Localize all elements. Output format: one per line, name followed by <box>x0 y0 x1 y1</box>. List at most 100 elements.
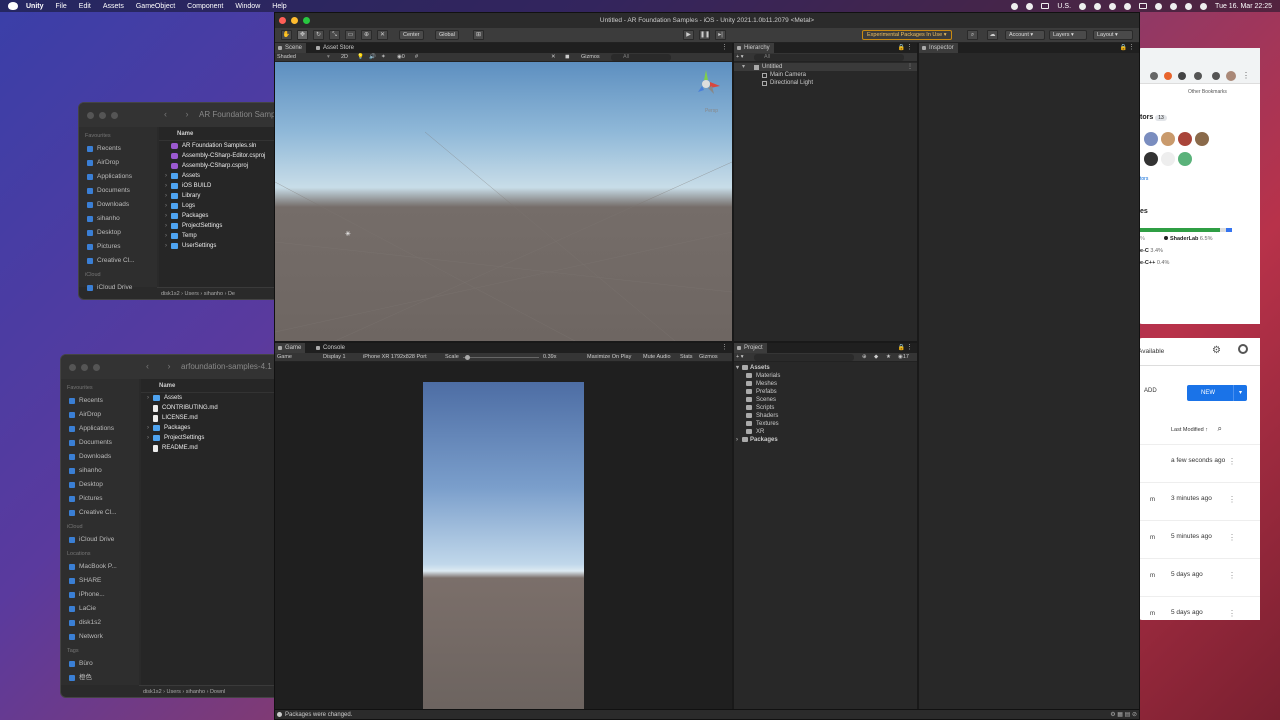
list-item[interactable]: › ProjectSettings <box>141 433 287 443</box>
move-tool-icon[interactable]: ✥ <box>297 30 308 40</box>
tab-inspector[interactable]: Inspector <box>919 43 958 53</box>
contributors-link[interactable]: tors <box>1140 176 1148 182</box>
hierarchy-item-directional-light[interactable]: Directional Light <box>734 79 917 87</box>
camera-settings-icon[interactable]: ◼ <box>565 53 570 62</box>
input-source[interactable]: U.S. <box>1057 3 1071 10</box>
sidebar-item-iphone[interactable]: iPhone... <box>67 588 139 602</box>
hidden-packages-count[interactable]: ◉17 <box>898 353 909 362</box>
sidebar-item-macbook[interactable]: MacBook P... <box>67 560 139 574</box>
avatar[interactable] <box>1178 152 1192 166</box>
layers-dropdown[interactable]: Layers ▾ <box>1049 30 1087 40</box>
scene-root-row[interactable]: ▾ Untitled ⋮ <box>734 63 917 71</box>
sidebar-item-pictures[interactable]: Pictures <box>85 240 157 254</box>
more-vert-icon[interactable]: ⋮ <box>1128 43 1135 53</box>
pivot-global-toggle[interactable]: Global <box>435 30 459 40</box>
sidebar-item-recents[interactable]: Recents <box>67 394 139 408</box>
maximize-on-play-toggle[interactable]: Maximize On Play <box>587 353 631 362</box>
avatar[interactable] <box>1161 152 1175 166</box>
avatar[interactable] <box>1144 132 1158 146</box>
tab-hierarchy[interactable]: Hierarchy <box>734 43 774 53</box>
extension-icon[interactable] <box>1150 72 1158 80</box>
chat-icon[interactable] <box>1212 72 1220 80</box>
search-icon[interactable] <box>1170 2 1178 10</box>
experimental-packages-warning[interactable]: Experimental Packages In Use ▾ <box>862 30 952 40</box>
game-viewport[interactable] <box>275 362 732 709</box>
scene-viewport[interactable]: ✳ Persp <box>275 62 732 341</box>
lock-icon[interactable]: 🔒 <box>898 43 905 53</box>
scene-search-input[interactable]: All <box>611 54 671 61</box>
nav-arrows-icon[interactable]: ‹ › <box>164 109 197 119</box>
sidebar-item-tag-buero[interactable]: Büro <box>67 657 139 671</box>
pivot-center-toggle[interactable]: Center <box>399 30 424 40</box>
more-vert-icon[interactable]: ⋮ <box>721 343 728 353</box>
profile-avatar[interactable] <box>1226 71 1236 81</box>
minimize-button[interactable] <box>99 111 106 119</box>
resolution-dropdown[interactable]: iPhone XR 1792x828 Port <box>363 353 427 362</box>
list-item[interactable]: Assembly-CSharp-Editor.csproj <box>159 151 287 161</box>
record-icon[interactable] <box>1011 2 1019 10</box>
list-item[interactable]: m5 days ago ⋮ <box>1138 596 1260 620</box>
menu-edit[interactable]: Edit <box>79 3 91 10</box>
more-vert-icon[interactable]: ⋮ <box>1228 533 1236 542</box>
account-icon[interactable] <box>1238 344 1248 354</box>
play-button[interactable]: ▶ <box>683 30 694 40</box>
mute-audio-toggle[interactable]: Mute Audio <box>643 353 671 362</box>
scale-slider-handle[interactable] <box>465 355 470 360</box>
tab-asset-store[interactable]: Asset Store <box>313 43 358 53</box>
project-search-input[interactable] <box>754 354 854 361</box>
close-button[interactable] <box>69 363 76 371</box>
sidebar-item-tag-orange[interactable]: 橙色 <box>67 671 139 685</box>
list-item[interactable]: › Temp <box>159 231 287 241</box>
minimize-button[interactable] <box>81 363 88 371</box>
search-by-type-icon[interactable]: ⊕ <box>862 353 867 362</box>
search-icon[interactable]: ⌕ <box>1218 424 1222 433</box>
menu-gameobject[interactable]: GameObject <box>136 3 175 10</box>
chevron-down-icon[interactable]: ▾ <box>1233 385 1247 401</box>
avatar[interactable] <box>1178 132 1192 146</box>
hidden-objects-icon[interactable]: ◉0 <box>397 53 405 62</box>
chevron-down-icon[interactable]: ▾ <box>327 53 330 62</box>
status-tray-icons[interactable]: ⚙ ▦ ▤ ⊘ <box>1110 710 1137 719</box>
list-item[interactable]: › ProjectSettings <box>159 221 287 231</box>
list-item[interactable]: AR Foundation Samples.sln <box>159 141 287 151</box>
more-vert-icon[interactable]: ⋮ <box>1228 609 1236 618</box>
sidebar-item-airdrop[interactable]: AirDrop <box>85 156 157 170</box>
project-folder-assets[interactable]: ▾ Assets <box>734 364 917 372</box>
volume-icon[interactable] <box>1109 2 1117 10</box>
list-item[interactable]: Assembly-CSharp.csproj <box>159 161 287 171</box>
menu-app[interactable]: Unity <box>26 3 44 10</box>
finder-titlebar[interactable]: ‹ › arfoundation-samples-4.1 <box>61 355 287 379</box>
tools-icon[interactable]: ✕ <box>551 53 556 62</box>
sidebar-item-documents[interactable]: Documents <box>85 184 157 198</box>
project-folder-scenes[interactable]: Scenes <box>734 396 917 404</box>
close-button[interactable] <box>279 17 286 24</box>
project-folder-scripts[interactable]: Scripts <box>734 404 917 412</box>
extension-icon[interactable] <box>1164 72 1172 80</box>
search-by-label-icon[interactable]: ◆ <box>874 353 878 362</box>
custom-tool-icon[interactable]: ✕ <box>377 30 388 40</box>
scale-slider[interactable] <box>463 357 539 358</box>
more-vert-icon[interactable]: ⋮ <box>1228 571 1236 580</box>
avatar[interactable] <box>1195 132 1209 146</box>
stats-toggle[interactable]: Stats <box>680 353 693 362</box>
menubar-clock[interactable]: Tue 16. Mar 22:25 <box>1215 3 1272 10</box>
timemachine-icon[interactable] <box>1079 2 1087 10</box>
list-item[interactable]: › Assets <box>141 393 287 403</box>
bluetooth-icon[interactable] <box>1124 2 1132 10</box>
sidebar-item-creative-cloud[interactable]: Creative Cl... <box>67 506 139 520</box>
minimize-button[interactable] <box>291 17 298 24</box>
more-vert-icon[interactable]: ⋮ <box>1228 457 1236 466</box>
apple-menu-icon[interactable] <box>8 2 18 10</box>
more-vert-icon[interactable]: ⋮ <box>1228 495 1236 504</box>
gizmos-dropdown[interactable]: Gizmos <box>699 353 718 362</box>
2d-toggle[interactable]: 2D <box>341 53 348 62</box>
tab-project[interactable]: Project <box>734 343 767 353</box>
more-vert-icon[interactable]: ⋮ <box>907 63 913 71</box>
bookmarks-bar[interactable]: Other Bookmarks <box>1188 89 1227 95</box>
account-dropdown[interactable]: Account ▾ <box>1005 30 1045 40</box>
list-item[interactable]: CONTRIBUTING.md <box>141 403 287 413</box>
gizmos-dropdown[interactable]: Gizmos <box>581 53 600 62</box>
list-item[interactable]: README.md <box>141 443 287 453</box>
battery-icon[interactable] <box>1139 3 1148 9</box>
audio-toggle-icon[interactable]: 🔊 <box>369 53 376 62</box>
